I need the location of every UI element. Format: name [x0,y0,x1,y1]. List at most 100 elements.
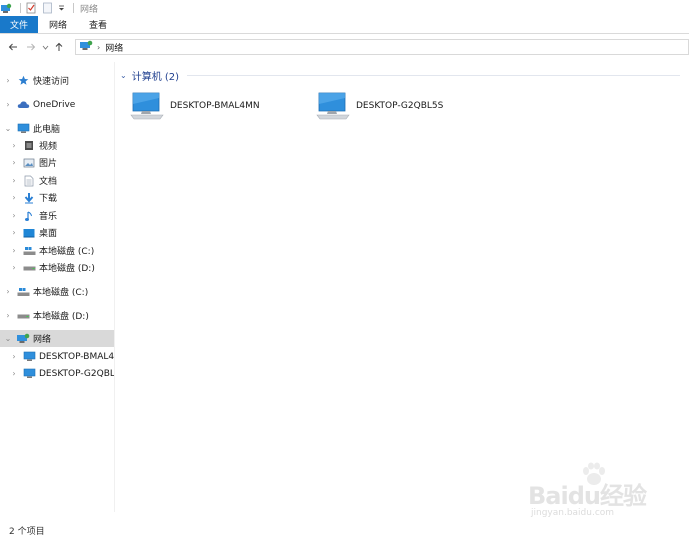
window-title: 网络 [80,4,99,15]
chevron-right-icon[interactable]: › [9,176,19,185]
computer-name: DESKTOP-BMAL4MN [170,101,260,111]
chevron-right-icon[interactable]: › [3,287,13,296]
nav-item-documents[interactable]: › 文档 [0,172,114,189]
monitor-icon [22,351,36,363]
nav-item-desktop-g2qbl5s[interactable]: › DESKTOP-G2QBL5S [0,365,114,382]
network-app-icon [0,2,12,14]
system-drive-icon [22,245,36,257]
baidu-watermark: Baidu经验 jingyan.baidu.com [528,462,678,522]
chevron-down-icon[interactable]: ⌄ [3,124,13,133]
tab-view[interactable]: 查看 [78,16,118,33]
nav-item-network[interactable]: ⌄ 网络 [0,330,114,347]
group-header-computers[interactable]: ⌄ 计算机 (2) [120,68,680,83]
nav-item-label: 桌面 [39,229,58,239]
nav-item-label: 网络 [33,335,52,345]
network-icon [79,40,93,54]
computer-icon [16,123,30,135]
nav-item-onedrive[interactable]: › OneDrive [0,96,114,113]
nav-item-pictures[interactable]: › 图片 [0,154,114,171]
navigation-pane: › 快速访问 › OneDrive ⌄ 此电脑 › 视频 › 图片 › 文档 ›… [0,62,114,512]
nav-item-local-disk-d-root[interactable]: › 本地磁盘 (D:) [0,307,114,324]
music-icon [22,210,36,222]
chevron-right-icon[interactable]: › [9,369,19,378]
nav-item-label: 本地磁盘 (C:) [33,288,89,298]
chevron-right-icon[interactable]: › [9,158,19,167]
nav-item-label: 下载 [39,194,58,204]
nav-item-local-disk-c-root[interactable]: › 本地磁盘 (C:) [0,283,114,300]
nav-item-quick-access[interactable]: › 快速访问 [0,72,114,89]
pictures-icon [22,157,36,169]
onedrive-icon [16,99,30,111]
tab-file[interactable]: 文件 [0,16,39,33]
pane-divider[interactable] [114,62,115,512]
recent-locations-button[interactable] [40,38,50,56]
toolbar-separator [20,3,21,13]
properties-icon[interactable] [25,2,37,14]
nav-item-desktop[interactable]: › 桌面 [0,224,114,241]
video-icon [22,140,36,152]
nav-item-downloads[interactable]: › 下载 [0,189,114,206]
forward-button[interactable] [22,38,40,56]
chevron-down-icon[interactable]: ⌄ [3,334,13,343]
chevron-right-icon[interactable]: › [3,311,13,320]
system-drive-icon [16,286,30,298]
nav-item-videos[interactable]: › 视频 [0,137,114,154]
nav-item-label: 音乐 [39,212,58,222]
chevron-right-icon[interactable]: › [9,193,19,202]
desktop-icon [22,227,36,239]
nav-item-label: OneDrive [33,99,76,110]
nav-item-local-disk-c[interactable]: › 本地磁盘 (C:) [0,242,114,259]
back-button[interactable] [4,38,22,56]
star-icon [16,75,30,87]
up-button[interactable] [50,38,68,56]
watermark-text: Baidu经验 [528,482,647,510]
computer-tile-bmal4mn[interactable]: DESKTOP-BMAL4MN [130,88,260,124]
nav-item-label: 本地磁盘 (D:) [39,264,95,274]
chevron-right-icon[interactable]: › [9,228,19,237]
nav-item-label: 本地磁盘 (D:) [33,312,89,322]
tab-network[interactable]: 网络 [38,16,78,33]
download-icon [22,192,36,204]
drive-icon [16,310,30,322]
nav-item-label: 视频 [39,142,58,152]
nav-item-local-disk-d[interactable]: › 本地磁盘 (D:) [0,259,114,276]
chevron-right-icon[interactable]: › [3,76,13,85]
title-bar: 网络 [0,0,689,16]
group-title: 计算机 (2) [131,71,180,83]
computer-name: DESKTOP-G2QBL5S [356,101,444,111]
chevron-right-icon[interactable]: › [9,263,19,272]
computer-icon [316,90,350,122]
breadcrumb-separator-icon[interactable]: › [97,43,100,52]
drive-icon [22,262,36,274]
nav-item-label: DESKTOP-BMAL4MN [39,351,114,362]
watermark-url: jingyan.baidu.com [531,508,615,518]
customize-toolbar-icon[interactable] [57,2,65,14]
chevron-right-icon[interactable]: › [3,100,13,109]
computer-icon [130,90,164,122]
ribbon-tabs: 文件 网络 查看 [0,16,689,34]
nav-item-label: 此电脑 [33,125,61,135]
nav-item-label: DESKTOP-G2QBL5S [39,368,114,379]
chevron-down-icon[interactable]: ⌄ [120,71,127,80]
address-bar[interactable]: › 网络 [75,39,689,55]
computer-tile-g2qbl5s[interactable]: DESKTOP-G2QBL5S [316,88,443,124]
chevron-right-icon[interactable]: › [9,211,19,220]
toolbar-separator [73,3,74,13]
nav-item-desktop-bmal4mn[interactable]: › DESKTOP-BMAL4MN [0,348,114,365]
new-folder-icon[interactable] [41,2,53,14]
breadcrumb-network[interactable]: 网络 [105,41,123,54]
chevron-right-icon[interactable]: › [9,246,19,255]
chevron-right-icon[interactable]: › [9,352,19,361]
nav-item-music[interactable]: › 音乐 [0,207,114,224]
network-icon [16,333,30,345]
nav-item-label: 文档 [39,177,58,187]
nav-item-label: 图片 [39,159,58,169]
nav-item-this-pc[interactable]: ⌄ 此电脑 [0,120,114,137]
documents-icon [22,175,36,187]
status-item-count: 2 个项目 [9,527,45,537]
nav-item-label: 快速访问 [33,77,70,87]
monitor-icon [22,368,36,380]
chevron-right-icon[interactable]: › [9,141,19,150]
nav-item-label: 本地磁盘 (C:) [39,247,95,257]
group-divider [187,74,680,76]
